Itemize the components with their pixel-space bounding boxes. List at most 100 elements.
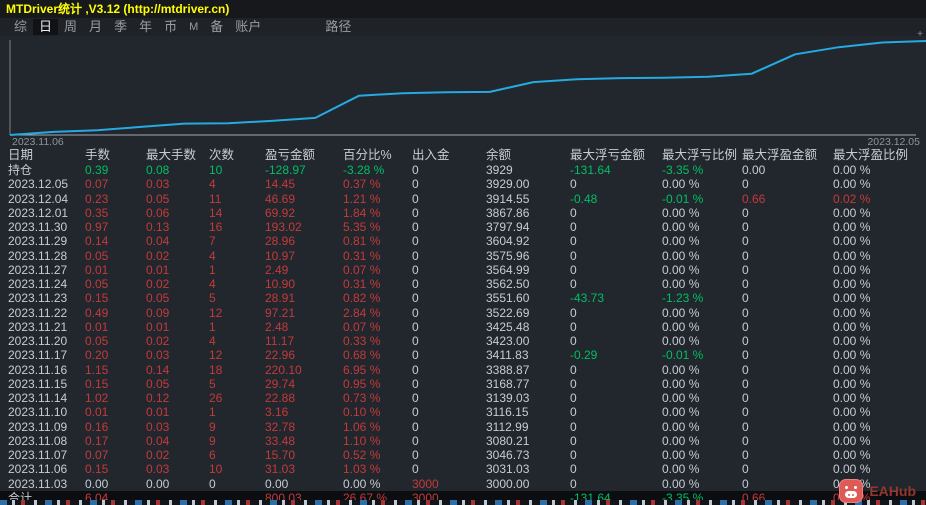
row-cell: 3139.03 [486, 391, 530, 405]
row-cell: 0.07 [85, 177, 109, 192]
column-header-8: 最大浮亏金额 [570, 148, 646, 162]
menu-item-1[interactable]: 日 [33, 19, 59, 35]
column-header-9: 最大浮亏比例 [662, 148, 738, 162]
row-cell: 0.00 [146, 476, 170, 491]
statistics-table: 日期 手数 最大手数 次数 盈亏金额 百分比% 出入金 余额 最大浮亏金额 最大浮亏比例 最大浮盈金… [0, 148, 926, 505]
row-cell: 0 [742, 391, 749, 405]
menu-item-8[interactable]: 备 [204, 19, 229, 35]
row-cell: 0 [412, 348, 419, 363]
row-cell: 0.23 [85, 191, 109, 206]
menu-item-9[interactable]: 账户 [229, 19, 267, 35]
table-row[interactable]: 2023.11.15 0.15 0.05 5 29.74 0.95 % 0 3168.77 0 0… [0, 377, 926, 391]
row-cell: 0 [412, 362, 419, 377]
menu-item-7[interactable]: M [183, 19, 204, 35]
row-cell: 4 [209, 248, 216, 263]
row-cell: 0.10 % [343, 405, 381, 420]
row-cell: 0.00 % [662, 419, 700, 434]
row-cell: -3.35 % [662, 163, 704, 177]
row-cell: 0 [570, 177, 577, 192]
row-date-label: 2023.11.21 [8, 319, 68, 334]
row-cell: 0.01 [85, 405, 109, 420]
menu-item-10[interactable]: 路径 [319, 19, 357, 35]
table-row[interactable]: 2023.11.28 0.05 0.02 4 10.97 0.31 % 0 3575.96 0 0… [0, 249, 926, 263]
row-cell: 0.00 % [833, 220, 871, 234]
row-cell: 0 [570, 448, 577, 462]
row-cell: 3423.00 [486, 334, 530, 348]
table-row[interactable]: 2023.11.16 1.15 0.14 18 220.10 6.95 % 0 3388.87… [0, 363, 926, 377]
row-cell: 0.03 [146, 419, 170, 434]
row-cell: 0.03 [146, 348, 170, 363]
chart-end-date-label: 2023.12.05 [867, 136, 920, 148]
table-row[interactable]: 2023.11.08 0.17 0.04 9 33.48 1.10 % 0 3080.21 0 0… [0, 434, 926, 448]
table-row[interactable]: 2023.11.09 0.16 0.03 9 32.78 1.06 % 0 3112.99 0 0… [0, 420, 926, 434]
column-header-6: 出入金 [412, 148, 450, 162]
table-row[interactable]: 2023.12.04 0.23 0.05 11 46.69 1.21 % 0 3914.55 -… [0, 192, 926, 206]
row-cell: 0.05 [85, 277, 109, 291]
table-row[interactable]: 2023.11.03 0.00 0.00 0 0.00 0.00 % 3000 3000.00… [0, 477, 926, 491]
table-row[interactable]: 2023.11.21 0.01 0.01 1 2.48 0.07 % 0 3425.48 0 0.… [0, 320, 926, 334]
menu-item-5[interactable]: 年 [133, 19, 158, 35]
table-row[interactable]: 2023.11.17 0.20 0.03 12 22.96 0.68 % 0 3411.83 -… [0, 348, 926, 362]
row-cell: 0 [570, 419, 577, 434]
row-cell: 0 [570, 462, 577, 477]
row-date-label: 2023.12.01 [8, 205, 69, 220]
row-cell: 0 [570, 220, 577, 234]
row-cell: 0.04 [146, 234, 170, 249]
row-cell: 28.91 [265, 291, 296, 306]
row-cell: 1 [209, 405, 216, 420]
eahub-watermark[interactable]: EAHub [839, 479, 916, 503]
row-cell: 0.03 [146, 462, 170, 477]
row-cell: 69.92 [265, 205, 296, 220]
menu-item-2[interactable]: 周 [58, 19, 83, 35]
column-header-4: 盈亏金额 [265, 148, 316, 162]
table-row[interactable]: 2023.11.06 0.15 0.03 10 31.03 1.03 % 0 3031.03 0… [0, 462, 926, 476]
row-date-label: 2023.11.24 [8, 277, 68, 291]
row-cell: 10.97 [265, 248, 296, 263]
table-row[interactable]: 2023.12.01 0.35 0.06 14 69.92 1.84 % 0 3867.86 0… [0, 206, 926, 220]
column-header-11: 最大浮盈比例 [833, 148, 909, 162]
table-row[interactable]: 2023.11.27 0.01 0.01 1 2.49 0.07 % 0 3564.99 0 0.… [0, 263, 926, 277]
row-cell: 0.07 % [343, 319, 381, 334]
row-cell: 0.00 % [662, 376, 700, 391]
table-body: 持仓 0.39 0.08 10 -128.97 -3.28 % 0 3929 -131.64 -3… [0, 163, 926, 505]
row-cell: 0.00 % [662, 476, 700, 491]
row-cell: 0.00 % [662, 234, 700, 249]
table-row[interactable]: 2023.11.22 0.49 0.09 12 97.21 2.84 % 0 3522.69 0… [0, 306, 926, 320]
menu-item-4[interactable]: 季 [108, 19, 133, 35]
table-row[interactable]: 2023.11.07 0.07 0.02 6 15.70 0.52 % 0 3046.73 0 0… [0, 448, 926, 462]
menu-item-3[interactable]: 月 [83, 19, 108, 35]
row-cell: 0.00 % [662, 334, 700, 348]
table-row[interactable]: 2023.12.05 0.07 0.03 4 14.45 0.37 % 0 3929.00 0 0… [0, 177, 926, 191]
table-row[interactable]: 2023.11.29 0.14 0.04 7 28.96 0.81 % 0 3604.92 0 0… [0, 234, 926, 248]
table-row[interactable]: 持仓 0.39 0.08 10 -128.97 -3.28 % 0 3929 -131.64 -3… [0, 163, 926, 177]
row-cell: 0.05 [85, 334, 109, 348]
row-cell: 3929.00 [486, 177, 530, 192]
row-cell: 0.07 % [343, 262, 381, 277]
menu-item-6[interactable]: 币 [158, 19, 183, 35]
row-cell: 0.00 % [833, 391, 871, 405]
row-cell: 1.15 [85, 362, 109, 377]
row-cell: 3168.77 [486, 376, 530, 391]
table-row[interactable]: 2023.11.14 1.02 0.12 26 22.88 0.73 % 0 3139.03 0… [0, 391, 926, 405]
row-cell: 0.97 [85, 220, 109, 234]
row-date-label: 2023.11.20 [8, 334, 68, 348]
row-cell: 0.06 [146, 205, 170, 220]
table-row[interactable]: 2023.11.23 0.15 0.05 5 28.91 0.82 % 0 3551.60 -4… [0, 291, 926, 305]
table-row[interactable]: 2023.11.30 0.97 0.13 16 193.02 5.35 % 0 3797.94… [0, 220, 926, 234]
menu-item-0[interactable]: 综 [8, 19, 33, 35]
row-date-label: 2023.11.10 [8, 405, 68, 420]
row-cell: -0.01 % [662, 191, 704, 206]
row-cell: 0.00 % [833, 362, 871, 377]
row-cell: 0.01 [146, 405, 170, 420]
row-date-label: 2023.12.05 [8, 177, 69, 192]
row-cell: 0.01 [146, 319, 170, 334]
row-cell: 0 [742, 334, 749, 348]
row-cell: 0.05 [146, 191, 170, 206]
row-cell: 16 [209, 220, 223, 234]
row-cell: 0.73 % [343, 391, 381, 405]
row-cell: 0 [570, 362, 577, 377]
table-row[interactable]: 2023.11.20 0.05 0.02 4 11.17 0.33 % 0 3423.00 0 0… [0, 334, 926, 348]
table-row[interactable]: 2023.11.24 0.05 0.02 4 10.90 0.31 % 0 3562.50 0 0… [0, 277, 926, 291]
row-cell: 0 [570, 391, 577, 405]
table-row[interactable]: 2023.11.10 0.01 0.01 1 3.16 0.10 % 0 3116.15 0 0.… [0, 405, 926, 419]
